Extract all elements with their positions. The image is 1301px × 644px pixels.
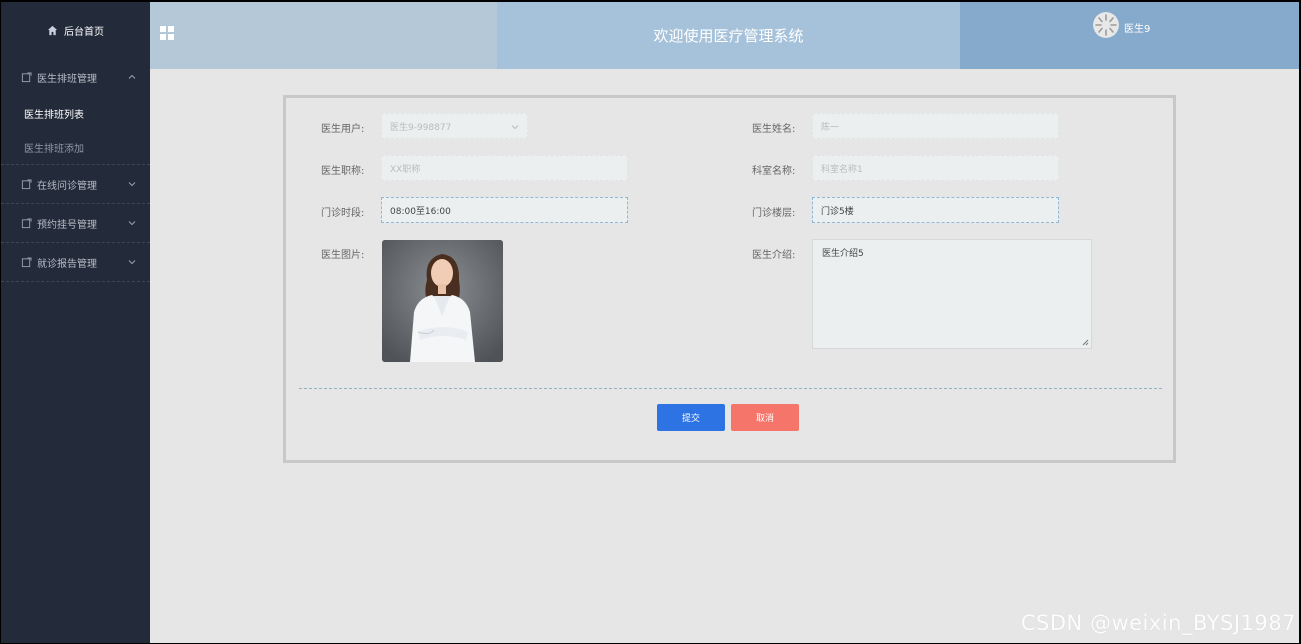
edit-icon (21, 71, 32, 82)
schedule-form-card: 医生用户: 医生9-998877 医生姓名: 陈一 医生职称: XX职称 科室名… (283, 95, 1176, 463)
app-frame: 后台首页 医生排班管理 医生排班列表 医生排班添加 在线问诊管理 预约挂号管理 (1, 2, 1299, 643)
top-header: 欢迎使用医疗管理系统 医生9 (150, 2, 1299, 69)
grid-menu-icon[interactable] (159, 25, 175, 41)
cancel-button[interactable]: 取消 (731, 404, 799, 431)
department-label: 科室名称: (752, 166, 796, 177)
username-label[interactable]: 医生9 (1124, 20, 1150, 35)
doctor-photo[interactable] (382, 240, 503, 362)
sidebar-group-schedule: 医生排班管理 医生排班列表 医生排班添加 (1, 58, 150, 165)
clinic-hours-value: 08:00至16:00 (390, 206, 451, 217)
doctor-name-label: 医生姓名: (752, 124, 796, 135)
doctor-title-input[interactable]: XX职称 (381, 155, 628, 181)
sidebar-home-label: 后台首页 (64, 26, 104, 38)
sidebar-group-report-header[interactable]: 就诊报告管理 (1, 243, 150, 281)
sidebar-group-consult-header[interactable]: 在线问诊管理 (1, 165, 150, 203)
doctor-photo-image (382, 240, 503, 362)
chevron-down-icon (128, 182, 136, 187)
doctor-title-label: 医生职称: (321, 166, 365, 177)
avatar[interactable] (1093, 12, 1119, 38)
clinic-floor-value: 门诊5楼 (821, 206, 854, 217)
header-title: 欢迎使用医疗管理系统 (497, 2, 960, 69)
chevron-down-icon (128, 221, 136, 226)
sidebar-group-report: 就诊报告管理 (1, 243, 150, 282)
edit-icon (21, 178, 32, 189)
sidebar-group-label: 预约挂号管理 (37, 219, 97, 231)
chevron-down-icon (128, 260, 136, 265)
sidebar: 后台首页 医生排班管理 医生排班列表 医生排班添加 在线问诊管理 预约挂号管理 (1, 2, 150, 643)
sidebar-group-label: 在线问诊管理 (37, 180, 97, 192)
edit-icon (21, 256, 32, 267)
sidebar-home-link[interactable]: 后台首页 (1, 2, 150, 58)
submit-button[interactable]: 提交 (657, 404, 725, 431)
clinic-hours-input[interactable]: 08:00至16:00 (381, 197, 628, 223)
form-divider (299, 388, 1162, 389)
doctor-intro-value: 医生介绍5 (822, 249, 864, 259)
doctor-photo-label: 医生图片: (321, 250, 365, 261)
clinic-floor-input[interactable]: 门诊5楼 (812, 197, 1059, 223)
chevron-down-icon (511, 125, 519, 130)
sidebar-item-schedule-add[interactable]: 医生排班添加 (1, 130, 150, 164)
doctor-name-input[interactable]: 陈一 (812, 113, 1059, 139)
chevron-up-icon (128, 74, 136, 79)
sidebar-group-appointment: 预约挂号管理 (1, 204, 150, 243)
department-placeholder: 科室名称1 (821, 164, 863, 175)
doctor-intro-textarea[interactable]: 医生介绍5 (812, 239, 1092, 349)
doctor-title-placeholder: XX职称 (390, 164, 421, 175)
doctor-intro-label: 医生介绍: (752, 250, 796, 261)
watermark: CSDN @weixin_BYSJ1987 (1020, 611, 1296, 635)
sidebar-group-label: 医生排班管理 (37, 73, 97, 85)
edit-icon (21, 217, 32, 228)
sidebar-group-appointment-header[interactable]: 预约挂号管理 (1, 204, 150, 242)
doctor-name-placeholder: 陈一 (821, 122, 840, 133)
header-user: 医生9 (960, 2, 1299, 69)
sidebar-group-schedule-header[interactable]: 医生排班管理 (1, 58, 150, 96)
sidebar-item-schedule-list[interactable]: 医生排班列表 (1, 96, 150, 130)
doctor-user-value: 医生9-998877 (390, 122, 452, 133)
resize-handle-icon[interactable] (1082, 339, 1089, 346)
clinic-floor-label: 门诊楼层: (752, 208, 796, 219)
home-icon (47, 25, 58, 35)
header-left (150, 2, 497, 69)
sidebar-group-consult: 在线问诊管理 (1, 165, 150, 204)
department-input[interactable]: 科室名称1 (812, 155, 1059, 181)
doctor-user-label: 医生用户: (321, 124, 365, 135)
sidebar-group-label: 就诊报告管理 (37, 258, 97, 270)
doctor-user-select[interactable]: 医生9-998877 (381, 113, 528, 139)
clinic-hours-label: 门诊时段: (321, 208, 365, 219)
